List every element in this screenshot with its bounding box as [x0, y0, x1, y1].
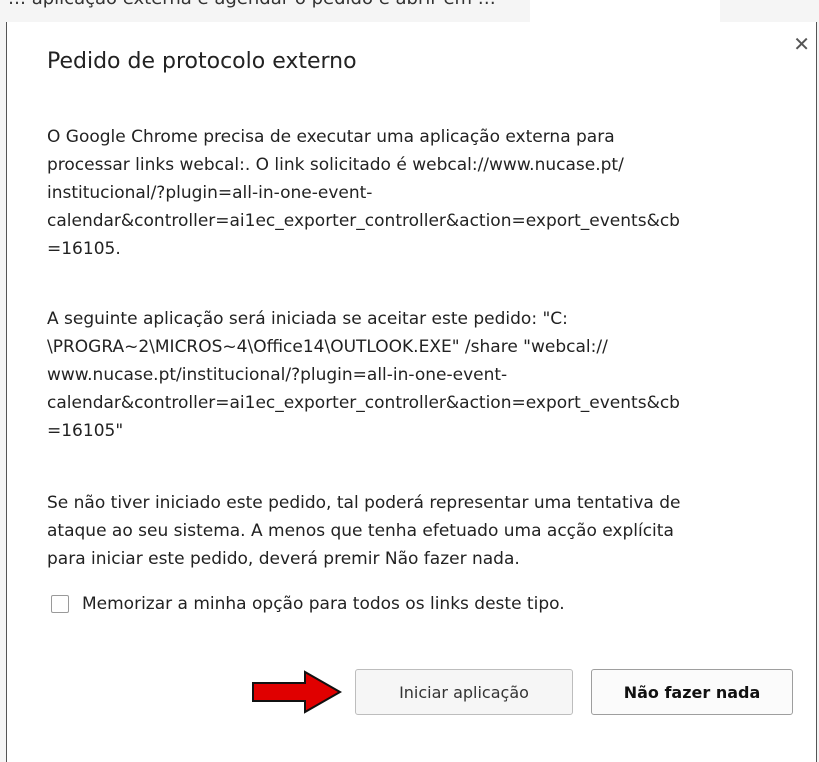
- warning-line: para iniciar este pedido, deverá premir …: [47, 549, 520, 569]
- warning-line: Se não tiver iniciado este pedido, tal p…: [47, 493, 681, 513]
- details-line: calendar&controller=ai1ec_exporter_contr…: [47, 393, 680, 413]
- details-line: A seguinte aplicação será iniciada se ac…: [47, 309, 568, 329]
- launch-application-button[interactable]: Iniciar aplicação: [355, 669, 573, 715]
- background-highlight: [530, 0, 720, 22]
- remember-choice-label[interactable]: Memorizar a minha opção para todos os li…: [82, 594, 565, 614]
- security-warning: Se não tiver iniciado este pedido, tal p…: [47, 489, 782, 573]
- close-icon[interactable]: ✕: [793, 32, 810, 56]
- message-line: processar links webcal:. O link solicita…: [47, 155, 624, 175]
- dialog-title: Pedido de protocolo externo: [47, 49, 357, 74]
- remember-choice-row[interactable]: Memorizar a minha opção para todos os li…: [51, 591, 565, 617]
- details-line: \PROGRA~2\MICROS~4\Office14\OUTLOOK.EXE"…: [47, 337, 608, 357]
- warning-line: ataque ao seu sistema. A menos que tenha…: [47, 521, 674, 541]
- red-arrow-icon: [252, 670, 343, 714]
- dialog-message: O Google Chrome precisa de executar uma …: [47, 123, 782, 263]
- external-protocol-dialog: Pedido de protocolo externo ✕ O Google C…: [6, 22, 817, 762]
- remember-choice-checkbox[interactable]: [51, 595, 69, 613]
- application-details: A seguinte aplicação será iniciada se ac…: [47, 305, 782, 445]
- message-line: O Google Chrome precisa de executar uma …: [47, 127, 615, 147]
- details-line: www.nucase.pt/institucional/?plugin=all-…: [47, 365, 508, 385]
- background-page-strip: … aplicação externa e agendar o pedido e…: [0, 0, 819, 22]
- message-line: =16105.: [47, 239, 121, 259]
- message-line: institucional/?plugin=all-in-one-event-: [47, 183, 373, 203]
- message-line: calendar&controller=ai1ec_exporter_contr…: [47, 211, 680, 231]
- details-line: =16105": [47, 421, 124, 441]
- do-nothing-button[interactable]: Não fazer nada: [591, 669, 793, 715]
- background-page-text: … aplicação externa e agendar o pedido e…: [8, 0, 496, 9]
